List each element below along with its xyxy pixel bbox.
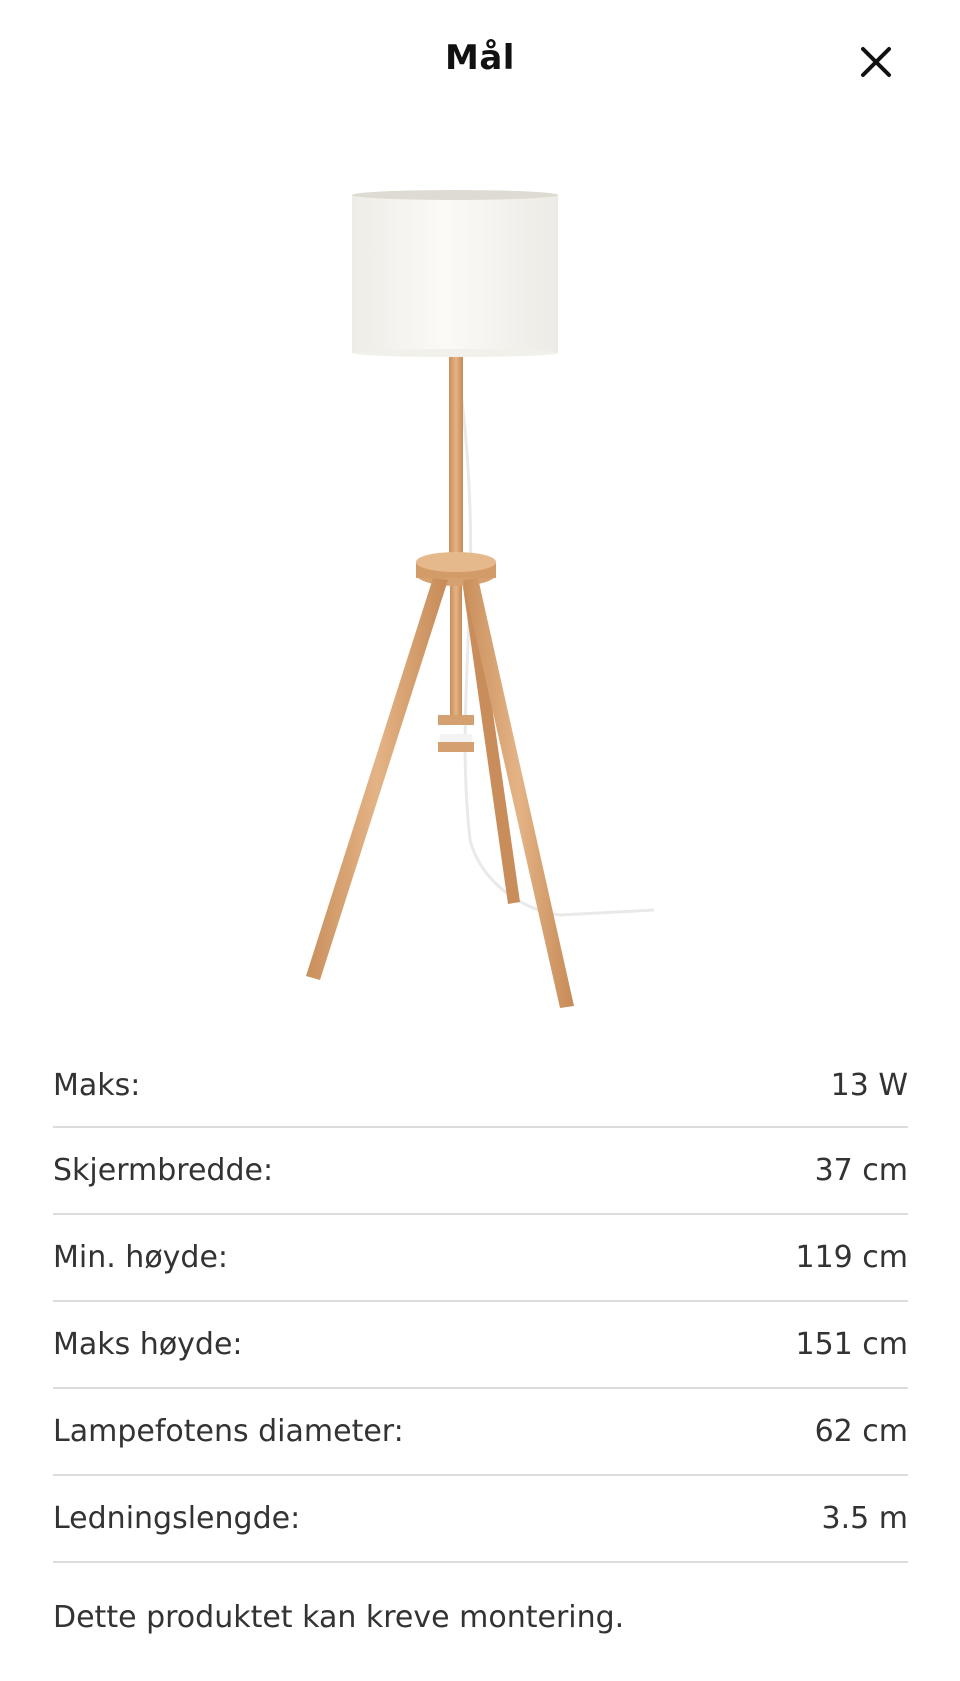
sheet-title: Mål [445, 38, 515, 78]
spec-value: 119 cm [795, 1240, 908, 1275]
spec-value: 62 cm [814, 1414, 908, 1449]
close-icon [861, 47, 891, 77]
spec-value: 37 cm [814, 1153, 908, 1188]
spec-label: Maks høyde: [53, 1327, 243, 1362]
assembly-note: Dette produktet kan kreve montering. [53, 1600, 625, 1635]
spec-label: Lampefotens diameter: [53, 1414, 404, 1449]
specs-list: Maks: 13 W Skjermbredde: 37 cm Min. høyd… [53, 1044, 908, 1563]
spec-label: Skjermbredde: [53, 1153, 274, 1188]
floor-lamp-illustration [306, 190, 655, 1008]
spec-row-base-diameter: Lampefotens diameter: 62 cm [53, 1389, 908, 1476]
spec-value: 151 cm [795, 1327, 908, 1362]
spec-label: Ledningslengde: [53, 1501, 301, 1536]
sheet-header: Mål [0, 0, 960, 124]
spec-row-max-height: Maks høyde: 151 cm [53, 1302, 908, 1389]
spec-row-min-height: Min. høyde: 119 cm [53, 1215, 908, 1302]
spec-row-cord-length: Ledningslengde: 3.5 m [53, 1476, 908, 1563]
spec-value: 13 W [830, 1067, 908, 1103]
close-button[interactable] [854, 40, 898, 84]
spec-row-shade-width: Skjermbredde: 37 cm [53, 1128, 908, 1215]
product-image [0, 150, 960, 1030]
spec-label: Min. høyde: [53, 1240, 229, 1275]
spec-label: Maks: [53, 1067, 141, 1103]
spec-row-max-wattage: Maks: 13 W [53, 1044, 908, 1128]
dimensions-sheet: Mål Maks: 13 W Skjermbredde: 37 cm Min. … [0, 0, 960, 1681]
spec-value: 3.5 m [821, 1501, 908, 1536]
